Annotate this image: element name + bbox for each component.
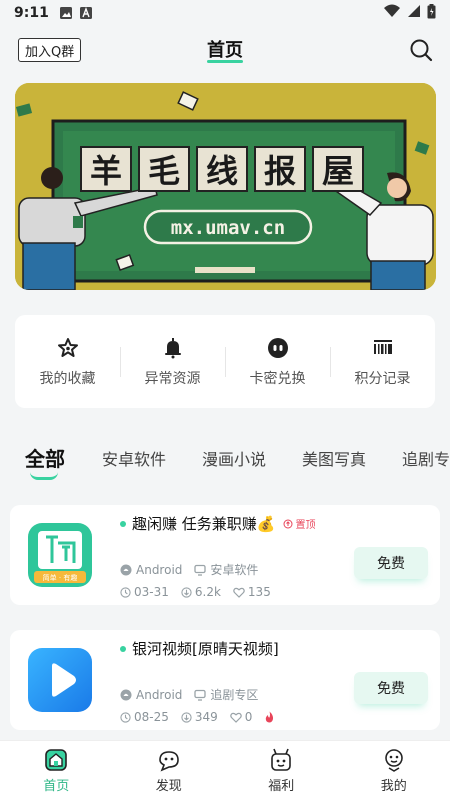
banner-title-tile: 线	[196, 146, 248, 192]
category-tag: 追剧专区	[194, 686, 258, 703]
profile-icon	[384, 749, 403, 772]
nav-label: 首页	[43, 779, 70, 794]
nav-profile[interactable]: 我的	[338, 741, 450, 800]
android-icon	[120, 689, 132, 700]
banner-illustration: mx.umav.cn 羊 毛 线 报 屋	[15, 83, 436, 290]
free-button[interactable]: 免费	[354, 672, 428, 704]
font-icon	[79, 6, 93, 20]
image-icon	[59, 6, 73, 20]
heart-icon	[230, 712, 242, 723]
status-bar: 9:11	[0, 0, 450, 26]
pinned-label: 置顶	[295, 520, 316, 531]
bell-icon	[164, 337, 181, 358]
nav-welfare[interactable]: 福利	[225, 741, 338, 800]
nav-label: 福利	[268, 779, 295, 794]
tab-android-apps[interactable]: 安卓软件	[102, 446, 166, 470]
nav-label: 发现	[155, 779, 182, 794]
signal-icon	[407, 4, 421, 22]
clock-icon	[120, 711, 131, 723]
app-icon-text: 简单 · 有趣	[43, 573, 78, 582]
category-icon	[194, 689, 207, 701]
robot-icon	[267, 337, 288, 358]
downloads-stat: 349	[181, 710, 218, 724]
likes-stat: 0	[230, 710, 252, 724]
category-tag: 安卓软件	[194, 561, 258, 578]
title-underline	[207, 60, 243, 63]
hot-icon	[264, 711, 278, 723]
downloads-stat: 6.2k	[181, 585, 221, 599]
nav-home[interactable]: 首页	[0, 741, 113, 800]
platform-tag: Android	[120, 563, 182, 577]
pinned-badge: 置顶	[283, 516, 315, 531]
banner-title-tile: 报	[254, 146, 306, 192]
tab-drama[interactable]: 追剧专	[402, 446, 450, 470]
banner-title-char: 毛	[148, 152, 180, 190]
qa-label: 积分记录	[354, 370, 411, 387]
likes-stat: 135	[233, 585, 271, 599]
date-stat: 08-25	[120, 710, 169, 724]
platform-tag: Android	[120, 688, 182, 702]
date-stat: 03-31	[120, 585, 169, 599]
banner-title-tile: 屋	[312, 146, 364, 192]
category-tabs: 全部 安卓软件 漫画小说 美图写真 追剧专	[0, 440, 450, 484]
app-icon: 简单 · 有趣	[28, 523, 92, 587]
clock-icon	[120, 586, 131, 598]
abnormal-resources-button[interactable]: 异常资源	[120, 315, 225, 408]
banner-url: mx.umav.cn	[171, 217, 285, 239]
banner-title-tile: 毛	[138, 146, 190, 192]
app-title: 趣闲赚 任务兼职赚💰	[132, 515, 276, 533]
app-title: 银河视频[原晴天视频]	[132, 640, 279, 658]
nav-discover[interactable]: 发现	[113, 741, 226, 800]
list-item[interactable]: 简单 · 有趣 趣闲赚 任务兼职赚💰 置顶 Android 安卓软件 03-31…	[10, 505, 440, 605]
download-icon	[181, 711, 192, 723]
app-icon	[28, 648, 92, 712]
star-icon	[57, 337, 78, 357]
tab-all[interactable]: 全部	[25, 443, 65, 472]
banner-title-tile: 羊	[80, 146, 132, 192]
category-icon	[194, 564, 207, 576]
battery-icon	[427, 3, 436, 23]
status-time: 9:11	[14, 5, 49, 21]
points-record-button[interactable]: 积分记录	[330, 315, 435, 408]
banner-title-char: 报	[264, 152, 296, 190]
redeem-code-button[interactable]: 卡密兑换	[225, 315, 330, 408]
banner-title-char: 线	[206, 152, 238, 190]
tab-indicator	[30, 472, 58, 480]
pin-icon	[283, 519, 293, 528]
bottom-nav: 首页 发现 福利 我的	[0, 740, 450, 800]
quick-actions-card: 我的收藏 异常资源 卡密兑换 积分记录	[15, 315, 435, 408]
android-icon	[120, 564, 132, 575]
page-title: 首页	[207, 40, 243, 61]
discover-icon	[158, 751, 179, 772]
banner-title-tiles: 羊 毛 线 报 屋	[80, 146, 364, 192]
tab-comics-novels[interactable]: 漫画小说	[202, 446, 266, 470]
favorites-button[interactable]: 我的收藏	[15, 315, 120, 408]
qa-label: 异常资源	[144, 370, 201, 387]
banner-title-char: 屋	[322, 152, 354, 190]
search-icon[interactable]	[408, 37, 434, 63]
tab-photo-albums[interactable]: 美图写真	[302, 446, 366, 470]
home-icon	[45, 749, 68, 771]
nav-label: 我的	[380, 779, 407, 794]
title-dot	[120, 520, 126, 527]
barcode-icon	[373, 339, 392, 354]
banner-title-char: 羊	[90, 152, 122, 190]
qa-label: 我的收藏	[39, 370, 96, 387]
qa-label: 卡密兑换	[249, 370, 306, 387]
wifi-icon	[383, 4, 401, 22]
heart-icon	[233, 587, 245, 598]
list-item[interactable]: 银河视频[原晴天视频] Android 追剧专区 08-25 349 0 免费	[10, 630, 440, 730]
top-header: 加入Q群 首页	[0, 30, 450, 70]
download-icon	[181, 586, 192, 598]
free-button[interactable]: 免费	[354, 547, 428, 579]
promo-banner[interactable]: mx.umav.cn 羊 毛 线 报 屋	[15, 83, 436, 290]
gift-icon	[271, 748, 292, 771]
title-dot	[120, 645, 126, 652]
